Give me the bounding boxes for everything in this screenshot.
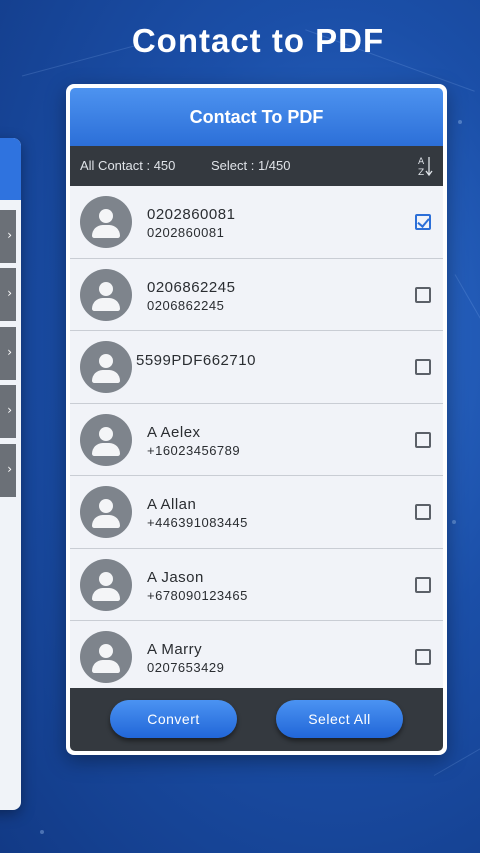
side-phone-tab: › xyxy=(0,327,16,380)
contact-number: +16023456789 xyxy=(147,442,241,458)
background-dot xyxy=(458,120,462,124)
side-phone-tab: › xyxy=(0,268,16,321)
side-phone-tab: › xyxy=(0,210,16,263)
contact-checkbox[interactable] xyxy=(415,214,431,230)
contact-name: A Aelex xyxy=(147,423,201,441)
app-title: Contact To PDF xyxy=(70,88,443,146)
background-line xyxy=(454,274,480,327)
contact-row[interactable]: 0206862245 0206862245 xyxy=(70,258,443,331)
contact-number: 0207653429 xyxy=(147,660,225,675)
page-headline: Contact to PDF xyxy=(131,22,385,59)
chevron-icon: › xyxy=(7,462,12,476)
contact-checkbox[interactable] xyxy=(415,286,431,303)
contact-name: A Marry xyxy=(147,641,203,658)
side-phone-preview: › › › › › xyxy=(0,138,21,810)
convert-button[interactable]: Convert xyxy=(110,700,237,738)
selected-count: Select : 1/450 xyxy=(211,158,291,173)
avatar-icon xyxy=(80,631,132,683)
avatar-icon xyxy=(80,413,132,466)
side-phone-header xyxy=(0,138,21,200)
contact-number: +446391083445 xyxy=(147,515,248,530)
contact-row[interactable]: A Marry 0207653429 xyxy=(70,621,443,694)
contact-name: A Allan xyxy=(147,496,197,513)
chevron-icon: › xyxy=(7,228,12,242)
side-phone-tab: › xyxy=(0,444,16,497)
avatar-icon xyxy=(80,268,132,321)
sort-alpha-icon[interactable]: A Z xyxy=(417,154,433,178)
select-all-button[interactable]: Select All xyxy=(276,700,403,738)
app-screen: Contact To PDF All Contact : 450 Select … xyxy=(70,88,443,751)
action-bar: Convert Select All xyxy=(70,688,443,751)
chevron-icon: › xyxy=(7,403,12,417)
contact-number: 0206862245 xyxy=(147,297,225,313)
contact-row[interactable]: A Aelex +16023456789 xyxy=(70,403,443,476)
contact-row[interactable]: A Jason +678090123465 xyxy=(70,548,443,621)
contact-number: +678090123465 xyxy=(147,587,248,603)
contact-name: 0202860081 xyxy=(147,206,236,223)
contact-checkbox[interactable] xyxy=(415,504,431,520)
svg-text:A: A xyxy=(418,157,425,167)
contact-summary-bar: All Contact : 450 Select : 1/450 A Z xyxy=(70,146,443,186)
avatar-icon xyxy=(80,558,132,611)
side-phone-tab: › xyxy=(0,385,16,438)
avatar-icon xyxy=(80,486,132,538)
contact-checkbox[interactable] xyxy=(415,431,431,448)
chevron-icon: › xyxy=(7,286,12,300)
contact-row[interactable]: 0202860081 0202860081 xyxy=(70,186,443,259)
contact-number: 0202860081 xyxy=(147,225,225,240)
contact-checkbox[interactable] xyxy=(415,576,431,593)
contact-name: A Jason xyxy=(147,568,204,586)
background-dot xyxy=(40,830,44,834)
avatar-icon xyxy=(80,196,132,248)
contact-row[interactable]: A Allan +446391083445 xyxy=(70,476,443,549)
avatar-icon xyxy=(80,341,132,393)
background-dot xyxy=(452,520,456,524)
all-contact-count: All Contact : 450 xyxy=(80,158,176,173)
contact-row[interactable]: 5599PDF662710 xyxy=(70,331,443,404)
contact-name: 5599PDF662710 xyxy=(136,352,256,369)
contact-checkbox[interactable] xyxy=(415,649,431,665)
contact-list: 0202860081 0202860081 0206862245 0206862… xyxy=(70,186,443,694)
chevron-icon: › xyxy=(7,345,12,359)
svg-text:Z: Z xyxy=(418,168,424,178)
contact-name: 0206862245 xyxy=(147,278,236,296)
contact-checkbox[interactable] xyxy=(415,359,431,375)
app-screen-card: Contact To PDF All Contact : 450 Select … xyxy=(66,84,447,755)
